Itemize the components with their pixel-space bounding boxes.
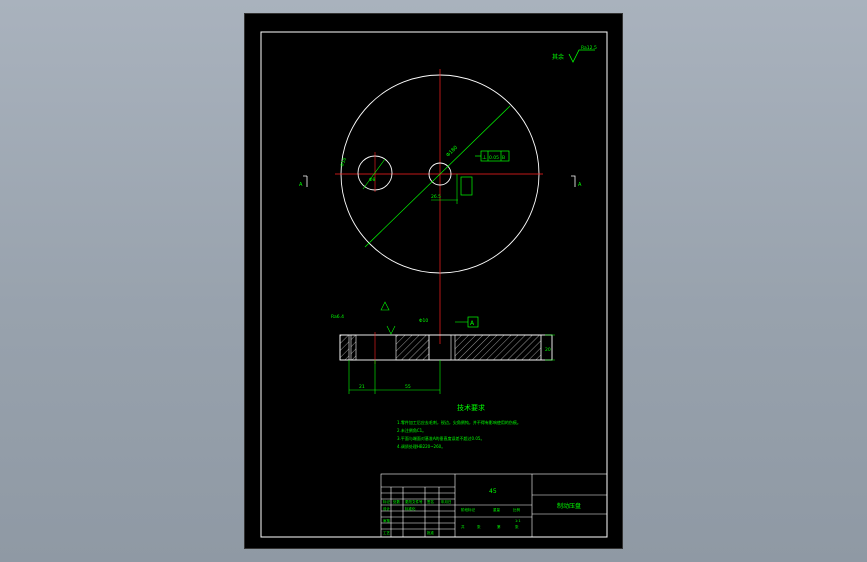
tb-stage: 重量 — [493, 507, 501, 512]
diameter-dim-text: Φ180 — [445, 145, 459, 159]
tolerance-value: 0.05 — [489, 155, 499, 161]
section-label-left: A — [299, 182, 303, 188]
tb-label: 标准化 — [405, 506, 416, 511]
tech-note: 3.平面与端面对基准A的垂直度误差不超过0.05。 — [397, 435, 484, 441]
tb-scale: 1:1 — [515, 519, 521, 523]
section-side-label: Ra6.4 — [331, 314, 344, 320]
datum-label: A — [470, 320, 475, 327]
side-hole-dim: Φ8 — [369, 177, 376, 183]
inner-frame — [260, 31, 608, 538]
tb-sheet: 张 — [477, 524, 481, 529]
tb-sheet: 共 — [461, 524, 465, 529]
tb-label: 处数 — [393, 499, 401, 504]
tech-note: 4.调质处理HB220~260。 — [397, 443, 445, 449]
section-mark-right-icon — [571, 175, 576, 187]
roughness-symbol-icon — [568, 49, 595, 63]
roughness-small-icon — [386, 325, 396, 335]
tolerance-datum: B — [502, 155, 505, 161]
tb-label: 年月日 — [441, 499, 452, 504]
tb-stage: 阶段标记 — [461, 507, 475, 512]
section-mark-left-icon — [303, 175, 308, 187]
tb-label: 设计 — [383, 506, 391, 511]
tb-label: 批准 — [427, 530, 435, 535]
tb-sheet: 张 — [515, 524, 519, 529]
section-label-right: A — [578, 182, 582, 188]
section-vert-dim: Φ10 — [419, 318, 428, 324]
diameter-dim-line — [364, 105, 511, 248]
tolerance-symbol: ⊥ — [482, 155, 487, 161]
center-dim-box — [460, 176, 473, 196]
tb-sheet: 第 — [497, 524, 501, 529]
tb-label: 审核 — [383, 518, 391, 523]
tb-stage: 比例 — [513, 507, 521, 512]
dim-right: 55 — [405, 384, 411, 390]
tech-note: 1.零件加工后应去毛刺，锐边，尖角倒钝，并不得有影响使用的伤痕。 — [397, 419, 521, 425]
cad-drawing: 其余 Ra12.5 Φ180 Φ8 Φ10 ⊥ 0.05 B 26.5 A A — [260, 31, 608, 538]
part-name: 制动压盘 — [557, 502, 581, 510]
dim-left: 21 — [359, 384, 365, 390]
material-cell: 45 — [489, 488, 497, 495]
tech-note: 2.未注倒角C1。 — [397, 427, 426, 433]
surface-finish-value: Ra12.5 — [581, 45, 597, 51]
roughness-small-icon — [380, 301, 390, 311]
tb-label: 工艺 — [383, 530, 391, 535]
center-offset-dim: 26.5 — [431, 194, 441, 200]
tb-label: 签名 — [427, 499, 434, 504]
surface-finish-label: 其余 — [552, 53, 564, 61]
tb-label: 更改文件号 — [405, 499, 423, 504]
section-view — [339, 332, 553, 364]
tb-label: 标记 — [383, 499, 391, 504]
drawing-sheet: 其余 Ra12.5 Φ180 Φ8 Φ10 ⊥ 0.05 B 26.5 A A — [244, 13, 623, 549]
tech-title: 技术要求 — [457, 403, 485, 412]
thickness-dim: 20 — [545, 347, 551, 353]
side-hole-size: Φ10 — [339, 157, 348, 168]
